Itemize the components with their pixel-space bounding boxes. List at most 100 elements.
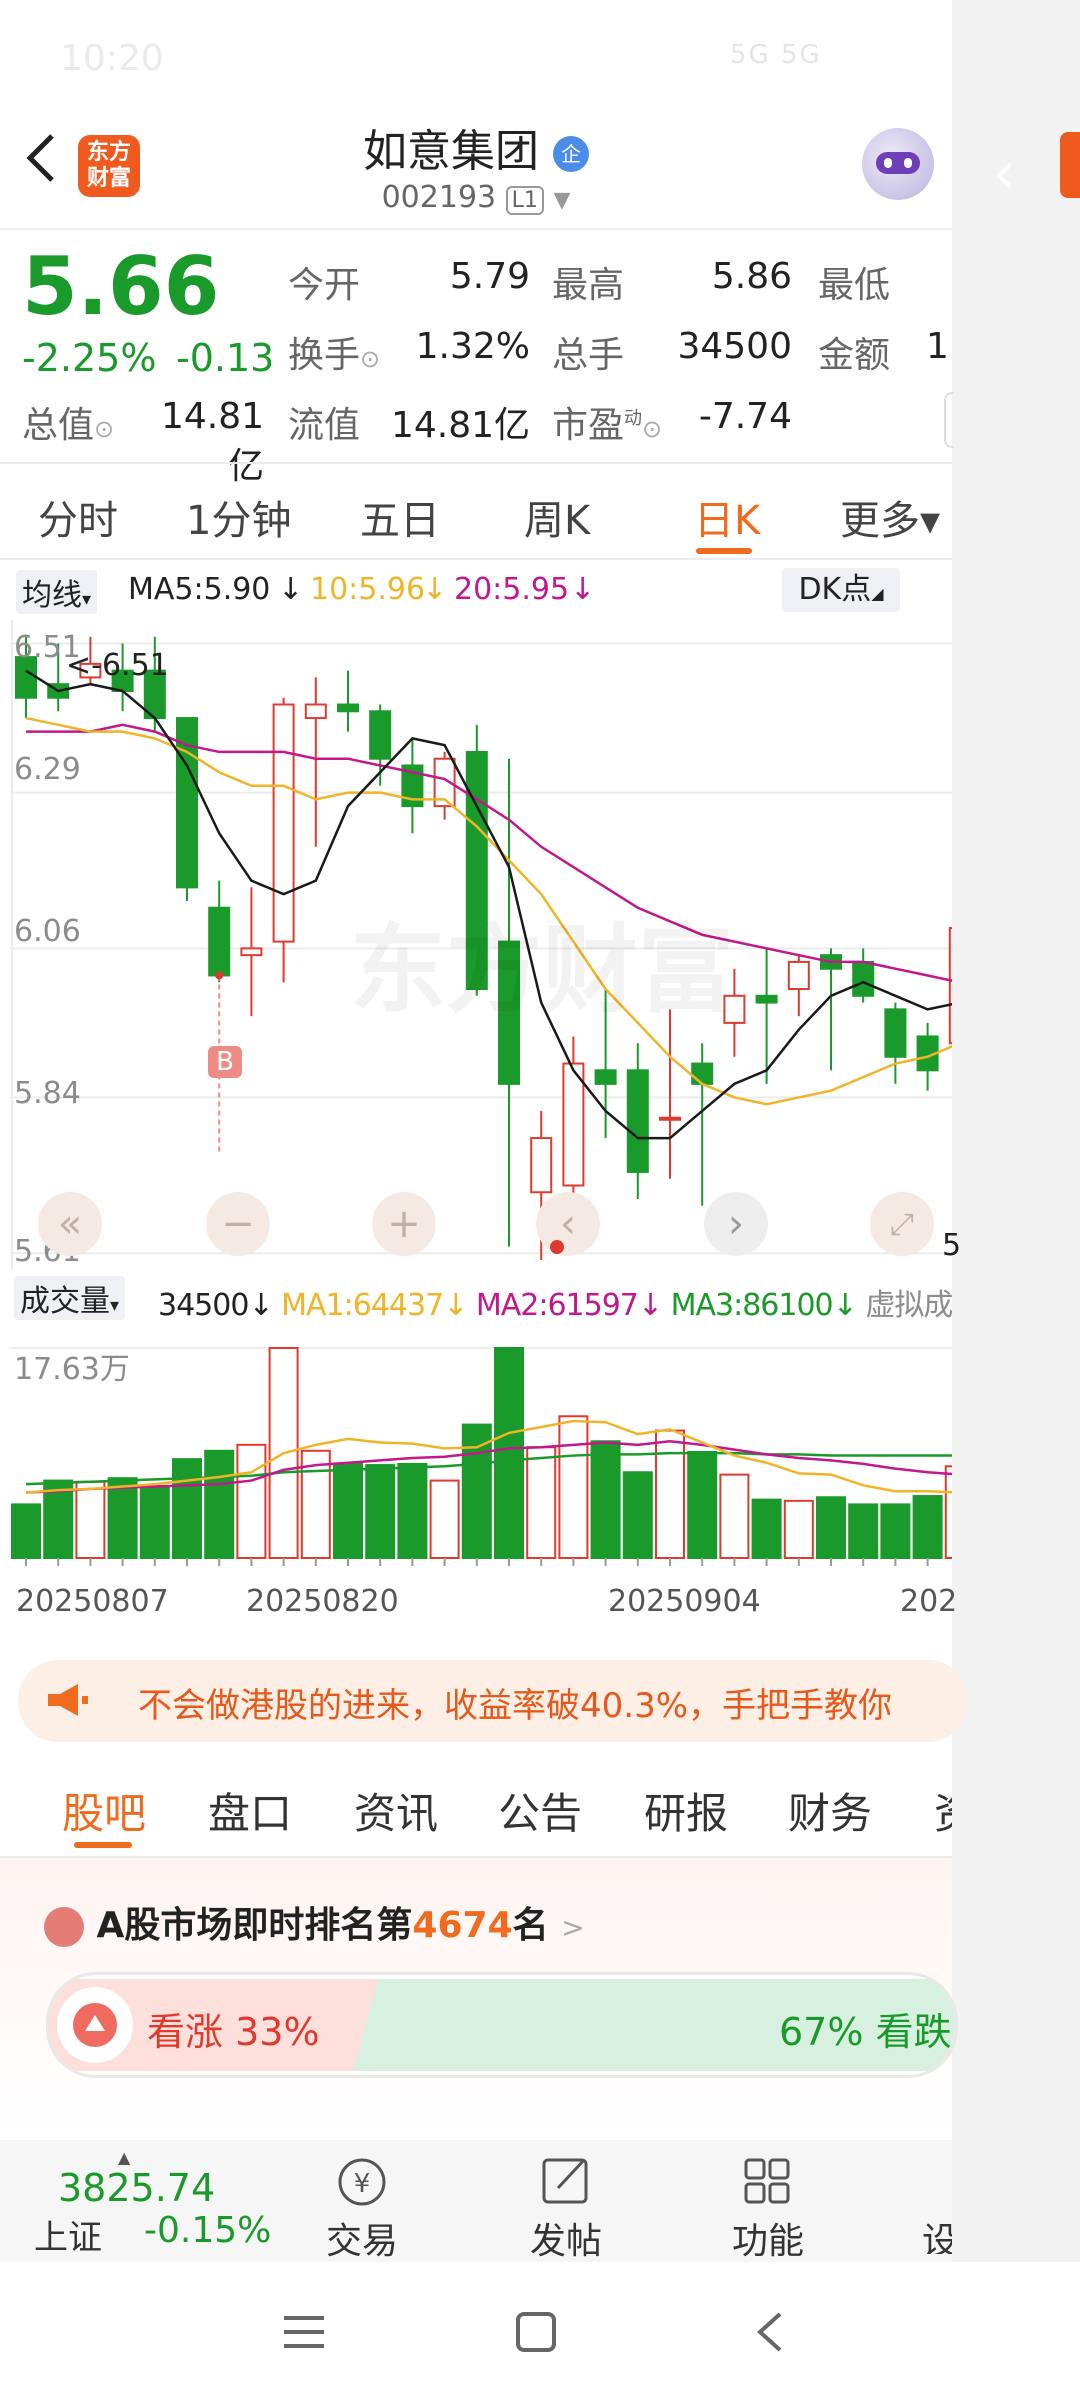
tab-2[interactable]: 五日 <box>360 488 440 546</box>
mktcap-label-text: 总值 <box>22 405 95 446</box>
vol-ma3: MA3:86100 <box>670 1288 834 1323</box>
price-tick-4: 5.84 <box>14 1076 81 1111</box>
edit-icon <box>542 2158 588 2204</box>
next-icon[interactable]: › <box>704 1192 768 1256</box>
volume-chart[interactable] <box>0 1318 952 1578</box>
back-nav-icon[interactable] <box>752 2310 788 2354</box>
index-value: 3825.74 <box>58 2166 216 2210</box>
active-tab-indicator <box>696 548 752 554</box>
candle-body <box>562 1062 585 1187</box>
ranking-suffix: 名 <box>512 1905 549 1946</box>
settings-label: 设 <box>922 2221 952 2254</box>
content-tab-4[interactable]: 研报 <box>644 1780 734 1841</box>
volume-bar <box>333 1462 363 1559</box>
tab-1[interactable]: 1分钟 <box>186 488 291 546</box>
dk-label: DK点 <box>798 572 872 607</box>
home-icon[interactable] <box>514 2310 558 2354</box>
settings-button[interactable]: 设 <box>920 2154 952 2254</box>
volume-bar <box>655 1429 685 1559</box>
info-icon[interactable]: ⊙ <box>94 415 114 443</box>
dk-button[interactable]: DK点◢ <box>782 568 900 612</box>
svg-text:¥: ¥ <box>354 2169 371 2199</box>
date-label-3: 20250904 <box>608 1584 761 1619</box>
volume-bar <box>751 1498 782 1559</box>
bullish-button[interactable] <box>57 1987 133 2063</box>
pe-value: -7.74 <box>698 396 792 437</box>
turnover-value: 1.32% <box>415 326 530 367</box>
robot-avatar-icon[interactable] <box>862 128 934 200</box>
candle-body <box>852 960 875 997</box>
ma-selector[interactable]: 均线▾ <box>16 570 98 614</box>
content-tab-5[interactable]: 财务 <box>788 1780 878 1841</box>
candle-body <box>755 994 778 1004</box>
content-tab-0[interactable]: 股吧 <box>62 1780 152 1841</box>
buy-marker-b: B <box>208 1046 242 1078</box>
change-pct: -2.25% <box>22 336 157 380</box>
info-icon[interactable]: ⊙ <box>642 415 662 443</box>
post-button[interactable]: 发帖 <box>516 2154 616 2262</box>
megaphone-icon <box>44 1682 88 1718</box>
enterprise-badge: 企 <box>553 136 589 172</box>
dropdown-icon: ▾ <box>110 1295 120 1316</box>
header-divider <box>0 228 952 230</box>
tab-4[interactable]: 日K <box>694 488 760 546</box>
pe-label: 市盈动⊙ <box>552 396 662 448</box>
content-tab-1[interactable]: 盘口 <box>208 1780 298 1841</box>
mktcap-label: 总值⊙ <box>22 396 114 448</box>
tab-5[interactable]: 更多▾ <box>840 488 940 546</box>
level-badge: L1 <box>505 186 544 215</box>
vol-ma2: MA2:61597 <box>475 1288 639 1323</box>
ranking-value: 4674 <box>412 1905 513 1946</box>
date-label-2: 20250820 <box>246 1584 399 1619</box>
volume-bar <box>236 1443 267 1559</box>
candle-body <box>272 703 295 943</box>
quote-divider <box>0 462 952 464</box>
candle-body <box>948 927 952 1045</box>
scroll-left-icon[interactable]: « <box>38 1192 102 1256</box>
volume-value: 34500 <box>677 326 792 367</box>
candle-body <box>304 703 327 720</box>
index-widget[interactable]: ▲ 3825.74 上证 -0.15% <box>30 2148 271 2258</box>
zoom-out-icon[interactable]: − <box>206 1192 270 1256</box>
ranking-row[interactable]: A股市场即时排名第4674名 > <box>44 1896 585 1948</box>
content-tab-6[interactable]: 资 <box>934 1780 952 1841</box>
vol-selector[interactable]: 成交量▾ <box>14 1276 126 1320</box>
volume-bar <box>204 1449 235 1559</box>
expand-handle[interactable] <box>944 392 954 448</box>
yen-coin-icon: ¥ <box>338 2158 386 2206</box>
content-tab-3[interactable]: 公告 <box>498 1780 588 1841</box>
status-time: 10:20 <box>60 38 164 79</box>
sentiment-bar[interactable]: 看涨 33% 67% 看跌 <box>46 1972 958 2078</box>
prev-icon[interactable]: ‹ <box>536 1192 600 1256</box>
banner-text: 不会做港股的进来，收益率破40.3%，手把手教你 <box>138 1686 893 1726</box>
side-back-icon[interactable]: ‹ <box>992 138 1016 208</box>
stock-code-row[interactable]: 002193 L1 ▼ <box>0 180 952 215</box>
ma10-label: 10:5.96 <box>310 572 426 607</box>
volume-bar <box>944 1465 952 1559</box>
trade-button[interactable]: ¥ 交易 <box>312 2154 412 2262</box>
zoom-in-icon[interactable]: + <box>372 1192 436 1256</box>
info-icon[interactable]: ⊙ <box>360 345 380 373</box>
function-button[interactable]: 功能 <box>718 2154 818 2262</box>
candle-body <box>369 710 392 760</box>
ranking-prefix: A股市场即时排名第 <box>96 1905 413 1946</box>
promo-banner[interactable]: 不会做港股的进来，收益率破40.3%，手把手教你 <box>18 1660 968 1742</box>
candle-body <box>208 906 231 977</box>
tab-0[interactable]: 分时 <box>38 488 118 546</box>
stock-code: 002193 <box>381 180 497 215</box>
chart-watermark: 东方财富 <box>350 914 734 1026</box>
vol-selector-label: 成交量 <box>20 1284 110 1319</box>
change-amount: -0.13 <box>176 336 275 380</box>
price-tick-3: 6.06 <box>14 914 81 949</box>
menu-icon[interactable] <box>282 2312 326 2352</box>
tabs-divider <box>0 558 952 560</box>
content-tab-2[interactable]: 资讯 <box>354 1780 444 1841</box>
tab-3[interactable]: 周K <box>524 488 590 546</box>
chevron-down-icon: ▼ <box>553 188 571 213</box>
side-logo <box>1060 132 1080 198</box>
high-label: 最高 <box>552 265 625 306</box>
candle-body <box>530 1137 553 1194</box>
fullscreen-icon[interactable]: ⤢ <box>870 1192 934 1256</box>
volume-bar <box>397 1462 428 1559</box>
high-value: 5.86 <box>711 256 792 297</box>
